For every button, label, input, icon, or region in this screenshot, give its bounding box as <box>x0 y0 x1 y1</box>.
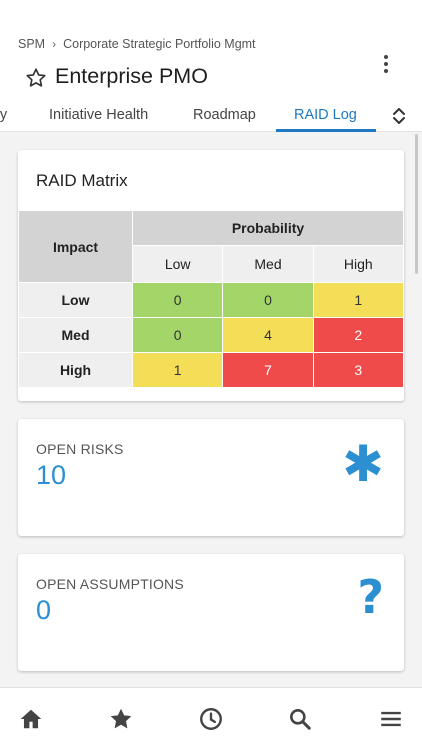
open-assumptions-value: 0 <box>36 595 52 625</box>
row-header-med: Med <box>18 317 133 353</box>
probability-axis-label: Probability <box>132 210 404 246</box>
column-header-low: Low <box>131 245 224 283</box>
tab-roadmap[interactable]: Roadmap <box>193 107 256 123</box>
raid-matrix-card: RAID Matrix Impact Probability Low Med H… <box>18 150 405 401</box>
tab-initiative-health[interactable]: Initiative Health <box>49 107 148 123</box>
cell-med-low[interactable]: 0 <box>131 317 224 353</box>
raid-matrix-title: RAID Matrix <box>36 171 128 190</box>
tab-summary[interactable]: ry <box>0 107 7 123</box>
scrollbar[interactable] <box>415 134 418 274</box>
open-risks-card[interactable]: OPEN RISKS 10 ✱ <box>18 419 404 536</box>
cell-low-low[interactable]: 0 <box>131 282 224 318</box>
impact-axis-label: Impact <box>18 210 133 283</box>
column-header-high: High <box>312 245 405 283</box>
open-risks-label: OPEN RISKS <box>36 441 124 457</box>
breadcrumb-current[interactable]: Corporate Strategic Portfolio Mgmt <box>63 37 255 51</box>
matrix-row-med: Med 0 4 2 <box>18 317 405 353</box>
matrix-row-high: High 1 7 3 <box>18 352 405 388</box>
column-header-med: Med <box>222 245 314 283</box>
row-header-low: Low <box>18 282 133 318</box>
cell-high-low[interactable]: 1 <box>131 352 224 388</box>
asterisk-icon: ✱ <box>342 435 384 493</box>
star-icon[interactable] <box>108 706 134 732</box>
breadcrumb: SPM › Corporate Strategic Portfolio Mgmt <box>18 37 256 51</box>
bottom-navigation <box>0 687 422 750</box>
open-assumptions-card[interactable]: OPEN ASSUMPTIONS 0 ? <box>18 554 404 671</box>
breadcrumb-separator-icon: › <box>52 37 57 51</box>
chevron-up-down-icon[interactable] <box>390 106 408 126</box>
breadcrumb-root[interactable]: SPM <box>18 37 45 51</box>
cell-low-med[interactable]: 0 <box>222 282 314 318</box>
star-outline-icon[interactable] <box>25 67 47 89</box>
active-tab-indicator <box>276 129 376 132</box>
history-clock-icon[interactable] <box>198 706 224 732</box>
menu-icon[interactable] <box>378 706 404 732</box>
cell-high-med[interactable]: 7 <box>222 352 314 388</box>
tab-raid-log[interactable]: RAID Log <box>294 107 357 123</box>
home-icon[interactable] <box>18 706 44 732</box>
cell-low-high[interactable]: 1 <box>312 282 405 318</box>
open-risks-value: 10 <box>36 460 67 490</box>
cell-med-high[interactable]: 2 <box>312 317 405 353</box>
app-header: SPM › Corporate Strategic Portfolio Mgmt E… <box>0 0 422 132</box>
cell-high-high[interactable]: 3 <box>312 352 405 388</box>
open-assumptions-label: OPEN ASSUMPTIONS <box>36 576 184 592</box>
row-header-high: High <box>18 352 133 388</box>
search-icon[interactable] <box>287 706 313 732</box>
page-title: Enterprise PMO <box>55 64 208 88</box>
matrix-row-low: Low 0 0 1 <box>18 282 405 318</box>
question-mark-icon: ? <box>357 570 384 624</box>
raid-matrix-table: Impact Probability Low Med High Low 0 0 … <box>18 210 405 388</box>
more-vertical-icon[interactable] <box>376 52 396 76</box>
tab-bar: ry Initiative Health Roadmap RAID Log <box>0 100 380 132</box>
cell-med-med[interactable]: 4 <box>222 317 314 353</box>
